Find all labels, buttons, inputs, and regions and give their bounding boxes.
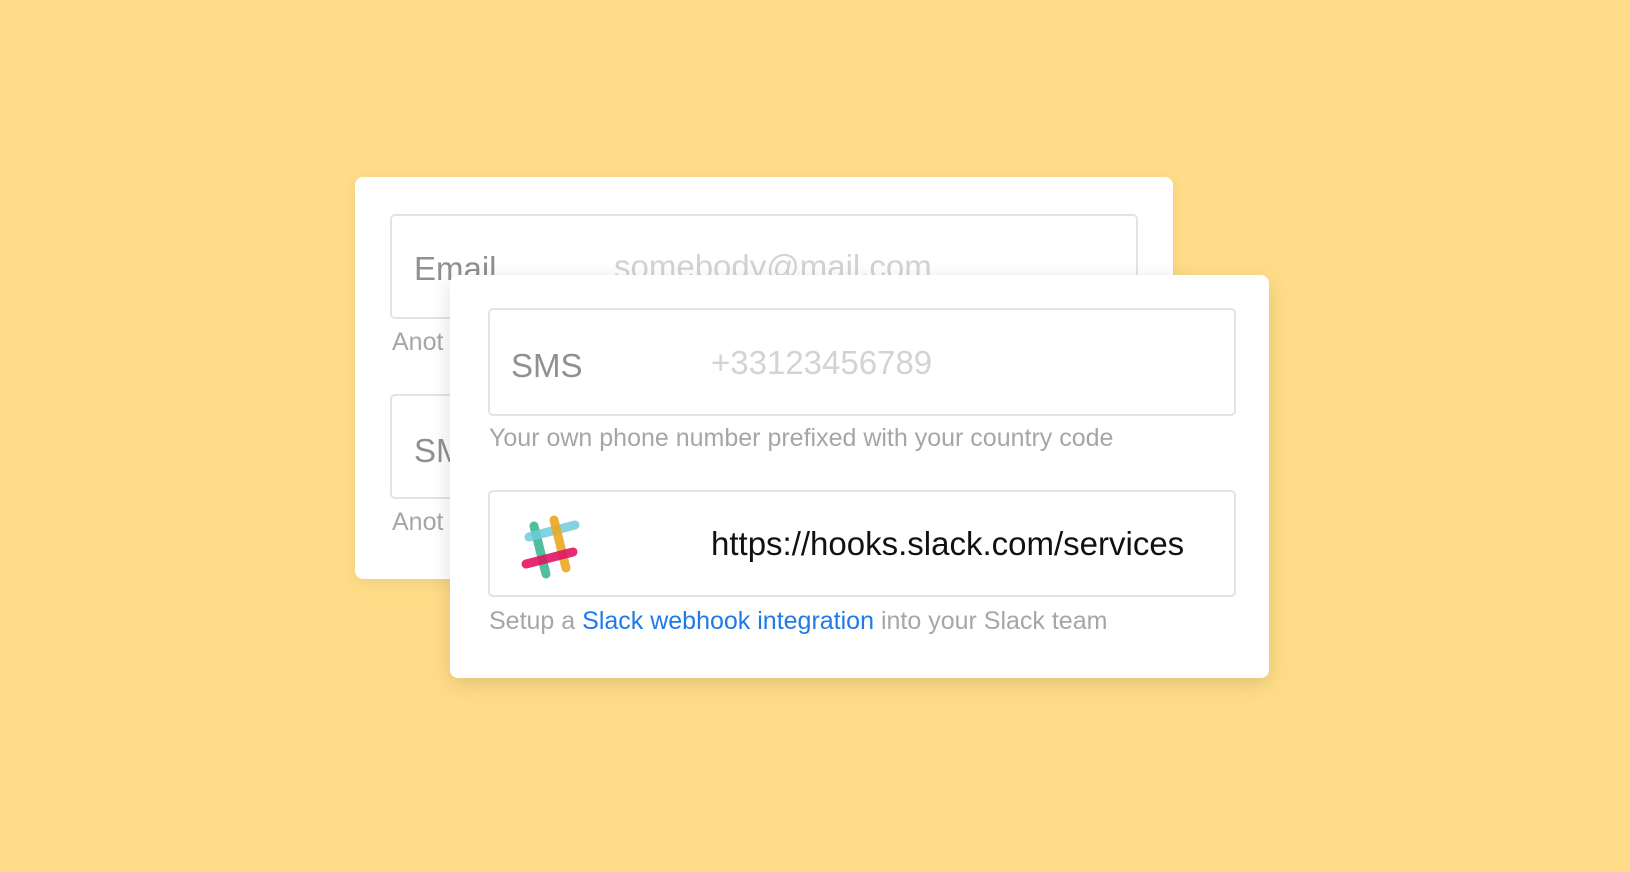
slack-help-text: Setup a Slack webhook integration into y… xyxy=(489,607,1107,636)
sms-field[interactable]: SMS +33123456789 xyxy=(488,308,1236,416)
slack-webhook-field[interactable]: https://hooks.slack.com/services xyxy=(488,490,1236,597)
slack-help-suffix: into your Slack team xyxy=(874,607,1108,635)
back-sms-help-text: Anot xyxy=(392,508,444,536)
slack-help-prefix: Setup a xyxy=(489,607,583,635)
slack-logo-icon xyxy=(521,515,580,579)
sms-field-placeholder: +33123456789 xyxy=(711,344,933,381)
page-background: { "back_card": { "email": { "label": "Em… xyxy=(0,0,1630,872)
front-notification-card: SMS +33123456789 Your own phone number p… xyxy=(450,275,1269,678)
sms-field-label: SMS xyxy=(511,347,583,384)
slack-webhook-url-value: https://hooks.slack.com/services xyxy=(711,525,1185,562)
email-help-text: Anot xyxy=(392,328,444,356)
slack-webhook-integration-link[interactable]: Slack webhook integration xyxy=(582,607,874,635)
sms-help-text: Your own phone number prefixed with your… xyxy=(489,424,1114,452)
